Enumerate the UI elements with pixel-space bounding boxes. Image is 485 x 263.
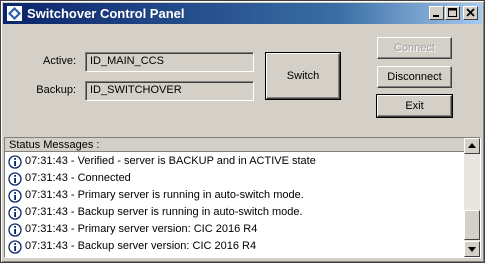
app-icon [7, 6, 22, 21]
maximize-button[interactable] [445, 6, 460, 20]
scroll-up-button[interactable] [464, 138, 480, 154]
status-message-text: 07:31:43 - Backup server is running in a… [25, 206, 303, 218]
maximize-icon [448, 8, 457, 17]
status-message-text: 07:31:43 - Connected [25, 172, 131, 184]
status-message: 07:31:43 - Backup server is running in a… [5, 204, 464, 221]
minimize-icon [433, 15, 439, 17]
status-message-text: 07:31:43 - Backup server version: CIC 20… [25, 240, 257, 252]
scrollbar-thumb[interactable] [464, 210, 480, 240]
active-server-field: ID_MAIN_CCS [85, 52, 254, 72]
backup-server-field: ID_SWITCHOVER [85, 81, 254, 101]
status-message: 07:31:43 - Connected [5, 170, 464, 187]
status-message: 07:31:43 - Verified - server is BACKUP a… [5, 153, 464, 170]
status-header: Status Messages : [5, 138, 464, 152]
info-icon [8, 240, 22, 254]
active-label: Active: [42, 55, 76, 67]
title-bar[interactable]: Switchover Control Panel [3, 3, 482, 24]
info-icon [8, 223, 22, 237]
info-icon [8, 172, 22, 186]
close-icon [466, 8, 475, 17]
info-icon [8, 206, 22, 220]
arrow-down-icon [468, 247, 476, 252]
status-message-text: 07:31:43 - Verified - server is BACKUP a… [25, 155, 316, 167]
window-title: Switchover Control Panel [27, 6, 185, 21]
minimize-button[interactable] [429, 6, 444, 20]
status-message: 07:31:43 - Primary server is running in … [5, 187, 464, 204]
status-messages-panel: Status Messages : 07:31:43 - Verified - … [4, 137, 481, 258]
status-message: 07:31:43 - Backup server version: CIC 20… [5, 238, 464, 255]
scroll-down-button[interactable] [464, 241, 480, 257]
info-icon [8, 155, 22, 169]
connect-button[interactable]: Connect [377, 37, 452, 59]
backup-label: Backup: [36, 84, 76, 96]
disconnect-button[interactable]: Disconnect [377, 66, 452, 88]
info-icon [8, 189, 22, 203]
status-message-text: 07:31:43 - Primary server version: CIC 2… [25, 223, 258, 235]
status-message-text: 07:31:43 - Primary server is running in … [25, 189, 304, 201]
switchover-window: Switchover Control Panel Active: ID_MAIN… [0, 0, 485, 263]
exit-button[interactable]: Exit [376, 94, 453, 118]
arrow-up-icon [468, 143, 476, 148]
status-message: 07:31:43 - Primary server version: CIC 2… [5, 221, 464, 238]
switch-button[interactable]: Switch [265, 52, 341, 100]
status-message-list[interactable]: 07:31:43 - Verified - server is BACKUP a… [5, 153, 464, 257]
close-button[interactable] [463, 6, 478, 20]
vertical-scrollbar[interactable] [464, 138, 480, 257]
